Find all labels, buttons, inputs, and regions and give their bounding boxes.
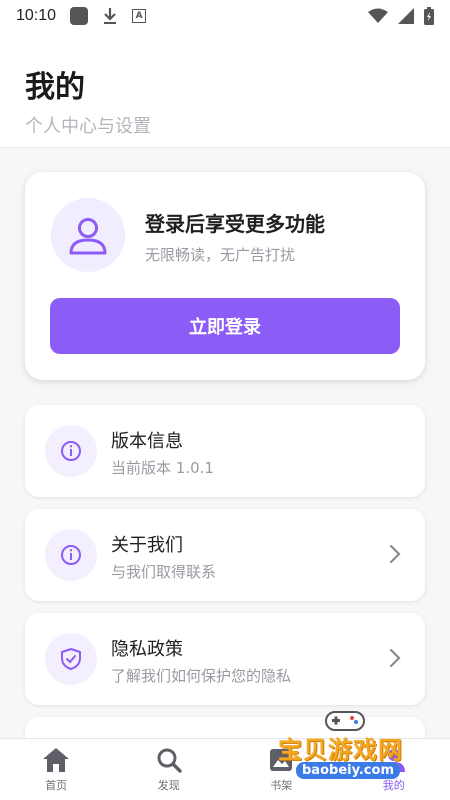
info-icon xyxy=(61,545,81,565)
menu-item-privacy[interactable]: 隐私政策 了解我们如何保护您的隐私 xyxy=(25,613,425,705)
menu-item-about[interactable]: 关于我们 与我们取得联系 xyxy=(25,509,425,601)
page-header: 我的 个人中心与设置 xyxy=(0,32,450,148)
watermark-logo: 宝贝游戏网 baobeiy.com xyxy=(272,708,422,788)
chevron-right-icon xyxy=(389,544,401,564)
battery-charging-icon xyxy=(424,7,434,25)
menu-icon-wrap xyxy=(45,425,97,477)
chevron-right-icon xyxy=(389,648,401,668)
avatar xyxy=(51,198,125,272)
status-system-icons xyxy=(368,7,434,25)
menu-item-desc: 当前版本 1.0.1 xyxy=(111,459,214,477)
search-icon xyxy=(157,748,182,773)
menu-item-version[interactable]: 版本信息 当前版本 1.0.1 xyxy=(25,405,425,497)
login-subtitle: 无限畅读，无广告打扰 xyxy=(145,246,296,264)
menu-item-desc: 与我们取得联系 xyxy=(111,563,217,581)
download-icon xyxy=(104,8,117,24)
shield-check-icon xyxy=(61,648,81,670)
nav-item-discover[interactable]: 发现 xyxy=(113,739,226,800)
nav-label: 发现 xyxy=(157,778,180,792)
menu-item-title: 关于我们 xyxy=(111,535,183,556)
nav-label: 首页 xyxy=(45,778,68,792)
home-icon xyxy=(43,747,70,772)
wifi-icon xyxy=(368,8,388,23)
app-notification-icon xyxy=(70,7,89,25)
menu-icon-wrap xyxy=(45,633,97,685)
keyboard-a-icon: A xyxy=(132,9,147,23)
page-title: 我的 xyxy=(25,70,85,105)
page-subtitle: 个人中心与设置 xyxy=(25,116,151,137)
menu-item-desc: 了解我们如何保护您的隐私 xyxy=(111,667,292,685)
login-title: 登录后享受更多功能 xyxy=(145,212,325,236)
login-card: 登录后享受更多功能 无限畅读，无广告打扰 立即登录 xyxy=(25,172,425,380)
status-notification-icons: A xyxy=(70,7,147,25)
info-icon xyxy=(61,441,81,461)
user-icon xyxy=(69,218,107,255)
watermark-text: 宝贝游戏网 xyxy=(278,736,403,764)
menu-item-title: 版本信息 xyxy=(111,431,183,452)
menu-icon-wrap xyxy=(45,529,97,581)
status-bar: 10:10 A xyxy=(0,0,450,32)
status-time: 10:10 xyxy=(16,7,57,24)
menu-item-title: 隐私政策 xyxy=(111,639,183,660)
signal-icon xyxy=(398,8,414,24)
login-button[interactable]: 立即登录 xyxy=(50,298,400,354)
nav-item-home[interactable]: 首页 xyxy=(0,739,113,800)
watermark-url: baobeiy.com xyxy=(296,762,400,779)
